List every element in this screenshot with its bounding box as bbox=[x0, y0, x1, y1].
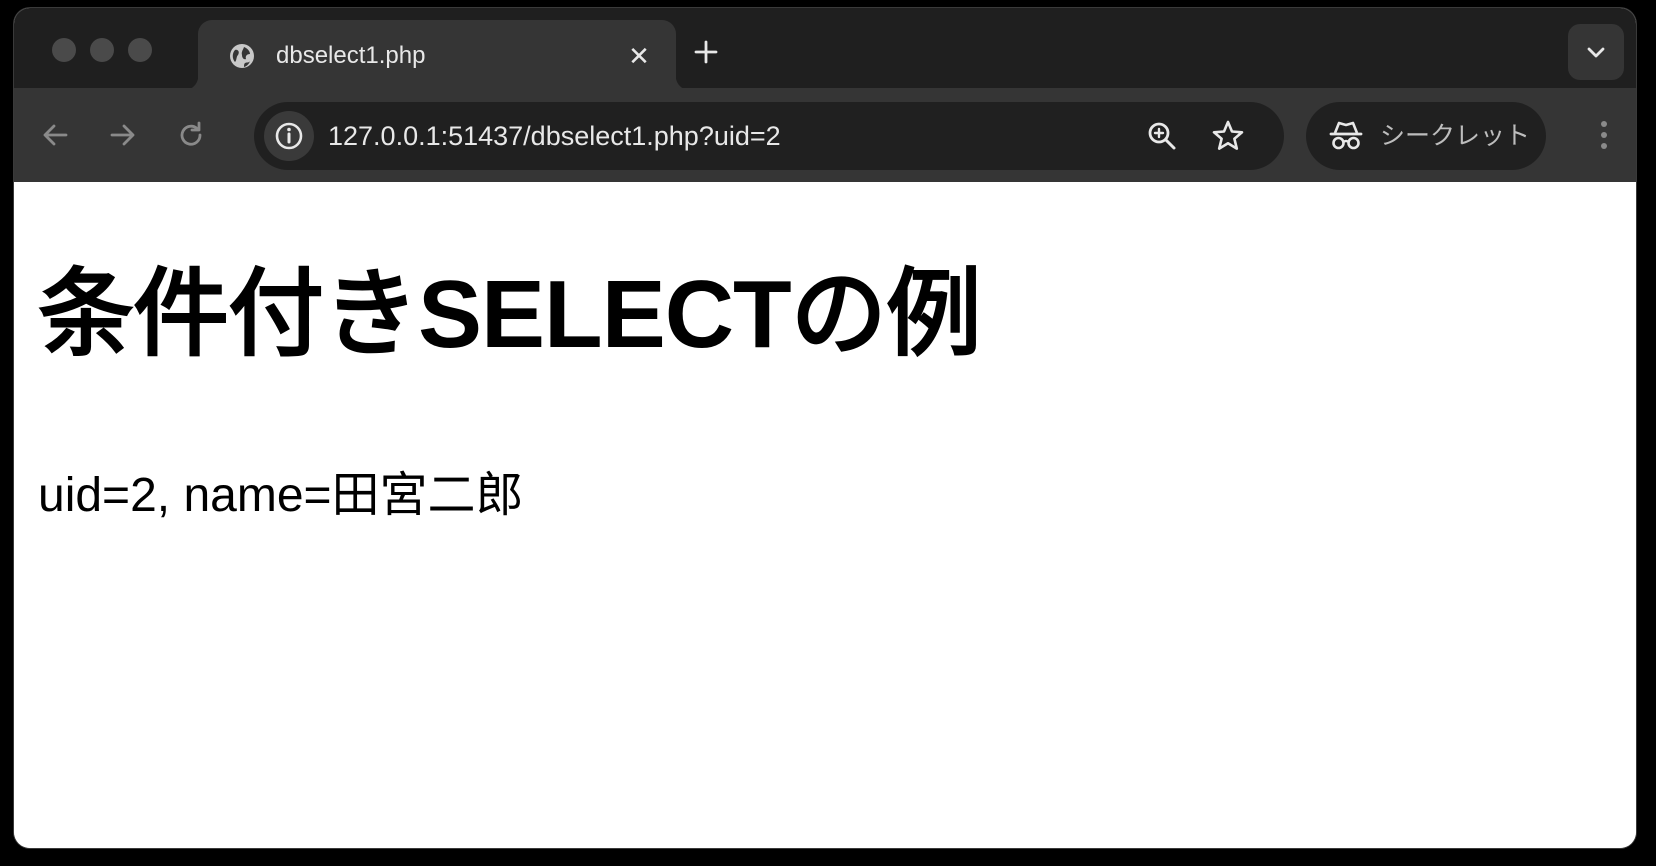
site-info-button[interactable] bbox=[264, 111, 314, 161]
reload-icon bbox=[180, 121, 202, 146]
reload-button[interactable] bbox=[172, 116, 210, 154]
more-vert-icon bbox=[1601, 121, 1607, 149]
zoom-window-button[interactable] bbox=[128, 38, 152, 62]
arrow-left-icon bbox=[43, 124, 68, 146]
url-text[interactable]: 127.0.0.1:51437/dbselect1.php?uid=2 bbox=[328, 118, 781, 154]
tab-dbselect1[interactable]: dbselect1.php ✕ bbox=[184, 20, 690, 90]
browser-window: dbselect1.php ✕ 127.0.0.1:51437/dbselect… bbox=[14, 8, 1636, 848]
address-bar[interactable]: 127.0.0.1:51437/dbselect1.php?uid=2 bbox=[254, 102, 1284, 170]
new-tab-button[interactable] bbox=[690, 36, 722, 68]
tab-close-icon[interactable]: ✕ bbox=[624, 41, 654, 71]
arrow-right-icon bbox=[110, 124, 135, 146]
page-heading: 条件付きSELECTの例 bbox=[38, 261, 982, 368]
incognito-label: シークレット bbox=[1380, 122, 1531, 150]
minimize-window-button[interactable] bbox=[90, 38, 114, 62]
chevron-down-icon bbox=[1587, 47, 1605, 58]
info-icon bbox=[275, 122, 303, 150]
tab-title: dbselect1.php bbox=[276, 42, 426, 69]
close-window-button[interactable] bbox=[52, 38, 76, 62]
query-result-text: uid=2, name=田宮二郎 bbox=[38, 469, 524, 522]
globe-icon bbox=[228, 42, 256, 70]
tab-search-button[interactable] bbox=[1568, 24, 1624, 80]
toolbar: 127.0.0.1:51437/dbselect1.php?uid=2 シークレ… bbox=[14, 88, 1636, 182]
incognito-indicator[interactable]: シークレット bbox=[1306, 102, 1546, 170]
browser-menu-button[interactable] bbox=[1586, 114, 1622, 156]
forward-button[interactable] bbox=[104, 116, 142, 154]
plus-icon bbox=[694, 40, 718, 64]
page-content: 条件付きSELECTの例 uid=2, name=田宮二郎 bbox=[14, 182, 1636, 848]
tab-strip: dbselect1.php ✕ bbox=[14, 8, 1636, 90]
incognito-icon bbox=[1328, 118, 1364, 154]
bookmark-button[interactable] bbox=[1210, 118, 1246, 154]
zoom-in-icon bbox=[1148, 122, 1176, 150]
star-icon bbox=[1212, 120, 1244, 150]
back-button[interactable] bbox=[36, 116, 74, 154]
zoom-button[interactable] bbox=[1144, 118, 1180, 154]
